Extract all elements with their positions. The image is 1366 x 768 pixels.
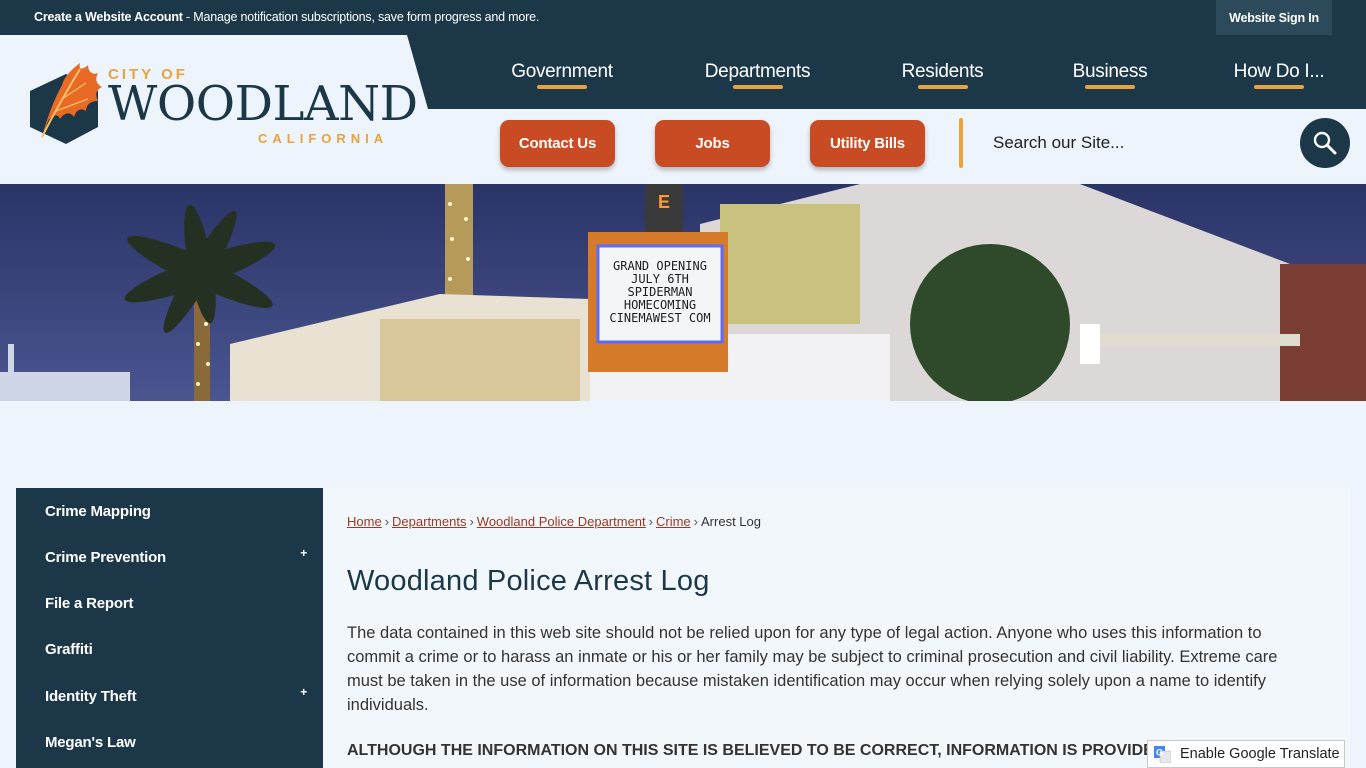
sidenav-item-label: Megan's Law xyxy=(45,733,136,751)
contact-us-button[interactable]: Contact Us xyxy=(500,120,615,167)
breadcrumb-current: Arrest Log xyxy=(701,514,761,529)
nav-underline xyxy=(917,85,968,89)
account-notice-text: - Manage notification subscriptions, sav… xyxy=(182,10,540,24)
sidenav-item-label: Crime Prevention xyxy=(45,548,167,566)
nav-government[interactable]: Government xyxy=(486,35,638,109)
breadcrumb-separator: › xyxy=(648,514,653,529)
marquee-line: CINEMAWEST COM xyxy=(609,311,710,325)
main-content: Home › Departments › Woodland Police Departm… xyxy=(323,488,1350,768)
sidenav-item-megans-law[interactable]: Megan's Law xyxy=(16,719,323,765)
nav-label: Residents xyxy=(901,61,984,82)
nav-how-do-i[interactable]: How Do I... xyxy=(1218,35,1340,109)
hero-banner-image: E GRAND OPENING JULY 6TH SPIDERMAN HOMEC… xyxy=(0,184,1366,401)
breadcrumb-police-department[interactable]: Woodland Police Department xyxy=(477,514,646,529)
search-button[interactable] xyxy=(1300,118,1350,168)
expand-plus-icon[interactable]: + xyxy=(300,546,307,560)
disclaimer-paragraph: The data contained in this web site shou… xyxy=(347,624,1278,714)
breadcrumb-separator: › xyxy=(469,514,474,529)
translate-label: Enable Google Translate xyxy=(1180,746,1340,762)
marquee-line: SPIDERMAN xyxy=(627,285,692,299)
nav-label: Government xyxy=(511,61,613,82)
search-icon xyxy=(1313,131,1337,155)
page-title: Woodland Police Arrest Log xyxy=(347,565,710,597)
expand-plus-icon[interactable]: + xyxy=(300,685,307,699)
marquee-line: GRAND OPENING xyxy=(613,259,707,273)
nav-label: Departments xyxy=(704,61,811,82)
breadcrumb-home[interactable]: Home xyxy=(347,514,382,529)
nav-underline xyxy=(1085,85,1135,89)
nav-label: Business xyxy=(1072,61,1148,82)
sidenav-item-label: Graffiti xyxy=(45,640,93,658)
sidenav-item-label: File a Report xyxy=(45,594,134,612)
breadcrumb-crime[interactable]: Crime xyxy=(656,514,691,529)
marquee-line: JULY 6TH xyxy=(631,272,689,286)
nav-business[interactable]: Business xyxy=(1050,35,1170,109)
sidenav-item-label: Identity Theft xyxy=(45,687,137,705)
breadcrumb-separator: › xyxy=(693,514,699,529)
google-translate-icon: G xyxy=(1154,745,1171,763)
side-navigation: Crime Mapping Crime Prevention + File a … xyxy=(16,488,323,768)
breadcrumb-departments[interactable]: Departments xyxy=(392,514,466,529)
sidenav-item-graffiti[interactable]: Graffiti xyxy=(16,626,323,672)
nav-underline xyxy=(732,85,783,89)
nav-residents[interactable]: Residents xyxy=(880,35,1005,109)
sidenav-item-file-a-report[interactable]: File a Report xyxy=(16,580,323,626)
city-logo[interactable]: CITY OF WOODLAND CALIFORNIA xyxy=(28,55,418,150)
nav-departments[interactable]: Departments xyxy=(685,35,830,109)
utility-bills-button[interactable]: Utility Bills xyxy=(810,120,925,167)
website-sign-in-button[interactable]: Website Sign In xyxy=(1216,0,1332,35)
svg-text:E: E xyxy=(658,192,670,212)
theater-night-scene: E GRAND OPENING JULY 6TH SPIDERMAN HOMEC… xyxy=(0,184,1366,401)
oak-leaf-logo-icon xyxy=(30,63,102,144)
site-search-input[interactable] xyxy=(980,120,1280,166)
account-notice: Create a Website Account - Manage notifi… xyxy=(34,10,539,24)
sidenav-item-crime-prevention[interactable]: Crime Prevention + xyxy=(16,534,323,580)
sidenav-item-crime-mapping[interactable]: Crime Mapping xyxy=(16,488,323,534)
sidenav-item-identity-theft[interactable]: Identity Theft + xyxy=(16,673,323,719)
nav-label: How Do I... xyxy=(1233,61,1325,82)
google-translate-button[interactable]: G Enable Google Translate xyxy=(1147,740,1345,768)
nav-underline xyxy=(1254,85,1304,89)
svg-text:G: G xyxy=(1156,747,1163,757)
site-header: Government Departments Residents Busines… xyxy=(0,35,1366,184)
logo-state: CALIFORNIA xyxy=(258,131,389,146)
utility-bar: Create a Website Account - Manage notifi… xyxy=(0,0,1366,35)
logo-city-name: WOODLAND xyxy=(108,76,418,132)
sidenav-item-label: Crime Mapping xyxy=(45,502,151,520)
search-divider xyxy=(959,118,963,168)
breadcrumb: Home › Departments › Woodland Police Departm… xyxy=(347,514,761,529)
create-account-link[interactable]: Create a Website Account xyxy=(34,10,183,24)
breadcrumb-separator: › xyxy=(384,514,390,529)
jobs-button[interactable]: Jobs xyxy=(655,120,770,167)
nav-underline xyxy=(537,85,587,89)
marquee-line: HOMECOMING xyxy=(624,298,696,312)
